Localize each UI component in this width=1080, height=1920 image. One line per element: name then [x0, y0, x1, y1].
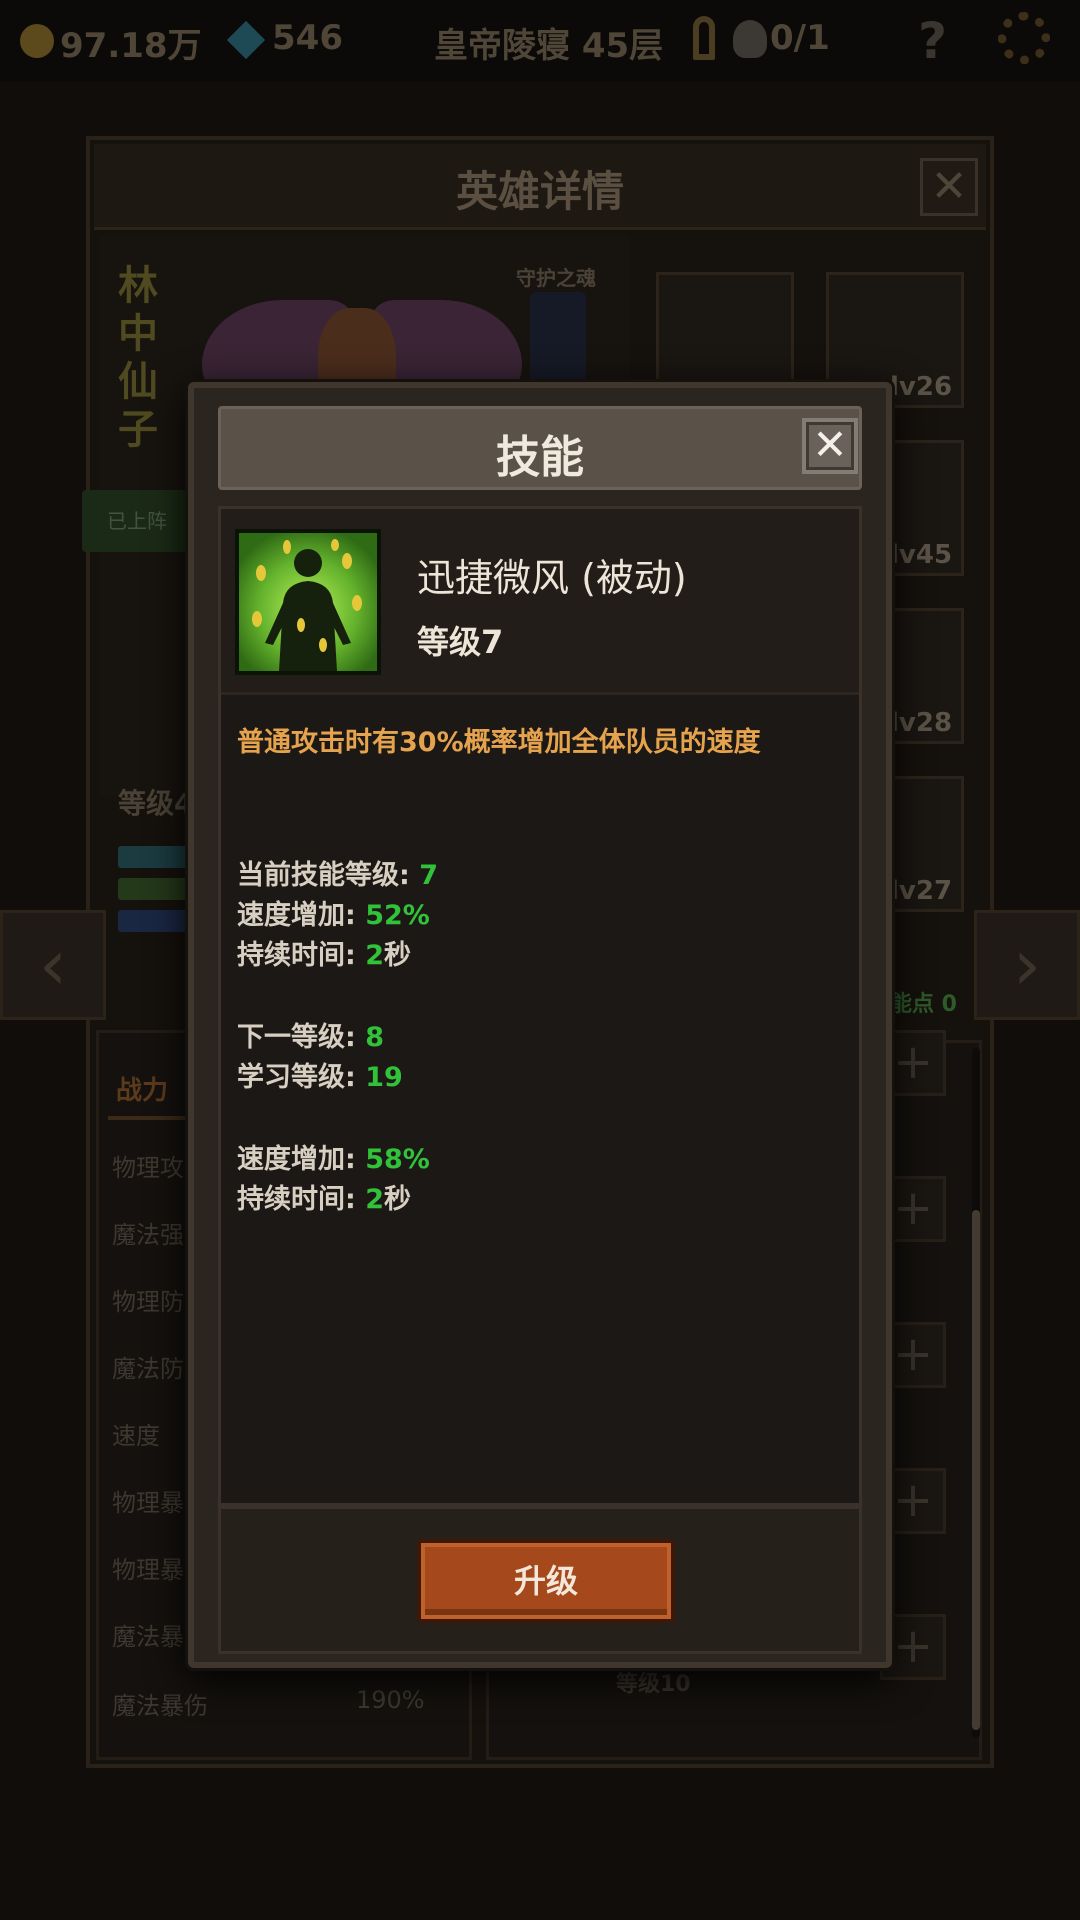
stat-value: 58%	[365, 1144, 430, 1175]
stat-name: 魔法暴	[112, 1623, 184, 1651]
equipment-level: lv27	[890, 876, 953, 906]
guardian-soul-icon[interactable]	[530, 292, 586, 382]
skill-level: 等级7	[417, 623, 504, 661]
key-count: 0/1	[770, 18, 830, 58]
next-duration-line: 持续时间: 2秒	[237, 1177, 411, 1216]
help-icon[interactable]: ?	[918, 12, 947, 70]
skill-dialog-header: 技能	[218, 406, 862, 490]
stat-name: 魔法暴伤	[112, 1692, 208, 1720]
stat-label: 当前技能等级:	[237, 860, 420, 891]
gold-coin-icon	[20, 24, 54, 58]
stat-name: 魔法防	[112, 1355, 184, 1383]
duration-line: 持续时间: 2秒	[237, 933, 411, 972]
stat-name: 速度	[112, 1422, 160, 1450]
deployed-badge: 已上阵	[82, 490, 192, 552]
stat-name: 物理暴	[112, 1489, 184, 1517]
stat-name: 物理攻	[112, 1154, 184, 1182]
stat-name: 魔法强	[112, 1221, 184, 1249]
skill-name: 迅捷微风 (被动)	[417, 556, 687, 600]
diamond-amount: 546	[272, 18, 343, 58]
skill-dialog: 技能 ✕ 迅捷微风 (被动) 等级7 普通攻击时有30%概率增加全体队员的速度 …	[188, 382, 892, 1668]
skill-dialog-body: 迅捷微风 (被动) 等级7 普通攻击时有30%概率增加全体队员的速度 当前技能等…	[218, 506, 862, 1506]
stat-label: 下一等级:	[237, 1022, 366, 1053]
stat-label: 学习等级:	[237, 1062, 366, 1093]
close-icon: ✕	[812, 420, 848, 469]
upgrade-button[interactable]: 升级	[417, 1539, 675, 1623]
current-skill-level-line: 当前技能等级: 7	[237, 853, 438, 892]
stat-label: 持续时间:	[237, 1184, 366, 1215]
mana-bar	[118, 910, 188, 932]
skill-level-label: 等级10	[616, 1672, 691, 1697]
skill-dialog-title: 技能	[496, 432, 584, 483]
stat-value: 190%	[356, 1686, 425, 1714]
exp-bar	[118, 878, 188, 900]
next-hero-button[interactable]: ›	[974, 910, 1080, 1020]
stat-label: 速度增加:	[237, 900, 366, 931]
skill-description: 普通攻击时有30%概率增加全体队员的速度	[237, 727, 761, 758]
next-speed-increase-line: 速度增加: 58%	[237, 1137, 430, 1176]
stat-label: 持续时间:	[237, 940, 366, 971]
stat-value: 2	[365, 1184, 384, 1215]
next-level-line: 下一等级: 8	[237, 1015, 384, 1054]
hp-bar	[118, 846, 188, 868]
chevron-left-icon: ‹	[39, 924, 67, 1006]
stats-tab-power[interactable]: 战力	[116, 1070, 168, 1107]
previous-hero-button[interactable]: ‹	[0, 910, 106, 1020]
skull-icon	[733, 20, 767, 58]
stat-value: 7	[419, 860, 438, 891]
learn-level-line: 学习等级: 19	[237, 1055, 403, 1094]
chevron-right-icon: ›	[1013, 924, 1041, 1006]
speed-increase-line: 速度增加: 52%	[237, 893, 430, 932]
skill-list-scroll-thumb[interactable]	[972, 1210, 980, 1730]
stat-value: 19	[365, 1062, 403, 1093]
guardian-soul-label: 守护之魂	[516, 266, 596, 290]
skill-dialog-footer: 升级	[218, 1506, 862, 1654]
skill-swift-breeze-icon	[235, 529, 381, 675]
stat-value: 2	[365, 940, 384, 971]
stat-unit: 秒	[384, 940, 411, 971]
skill-summary: 迅捷微风 (被动) 等级7	[221, 509, 859, 695]
equipment-level: lv45	[890, 540, 953, 570]
stat-label: 速度增加:	[237, 1144, 366, 1175]
gear-icon[interactable]	[998, 12, 1050, 64]
key-icon	[693, 16, 715, 60]
equipment-level: lv28	[890, 708, 953, 738]
stat-unit: 秒	[384, 1184, 411, 1215]
stat-value: 52%	[365, 900, 430, 931]
hero-detail-title: 英雄详情	[455, 167, 624, 216]
stat-value: 8	[365, 1022, 384, 1053]
stat-name: 物理防	[112, 1288, 184, 1316]
equipment-level: lv26	[890, 372, 953, 402]
stage-name: 皇帝陵寝 45层	[434, 26, 664, 66]
stat-name: 物理暴	[112, 1556, 184, 1584]
skill-points-label: 能点 0	[890, 992, 957, 1017]
hero-name: 林中仙子	[118, 263, 158, 453]
skill-dialog-close-button[interactable]: ✕	[802, 418, 858, 474]
hero-level-label: 等级4	[118, 787, 194, 820]
hero-detail-close-button[interactable]: ✕	[920, 158, 978, 216]
gold-amount: 97.18万	[60, 26, 202, 66]
